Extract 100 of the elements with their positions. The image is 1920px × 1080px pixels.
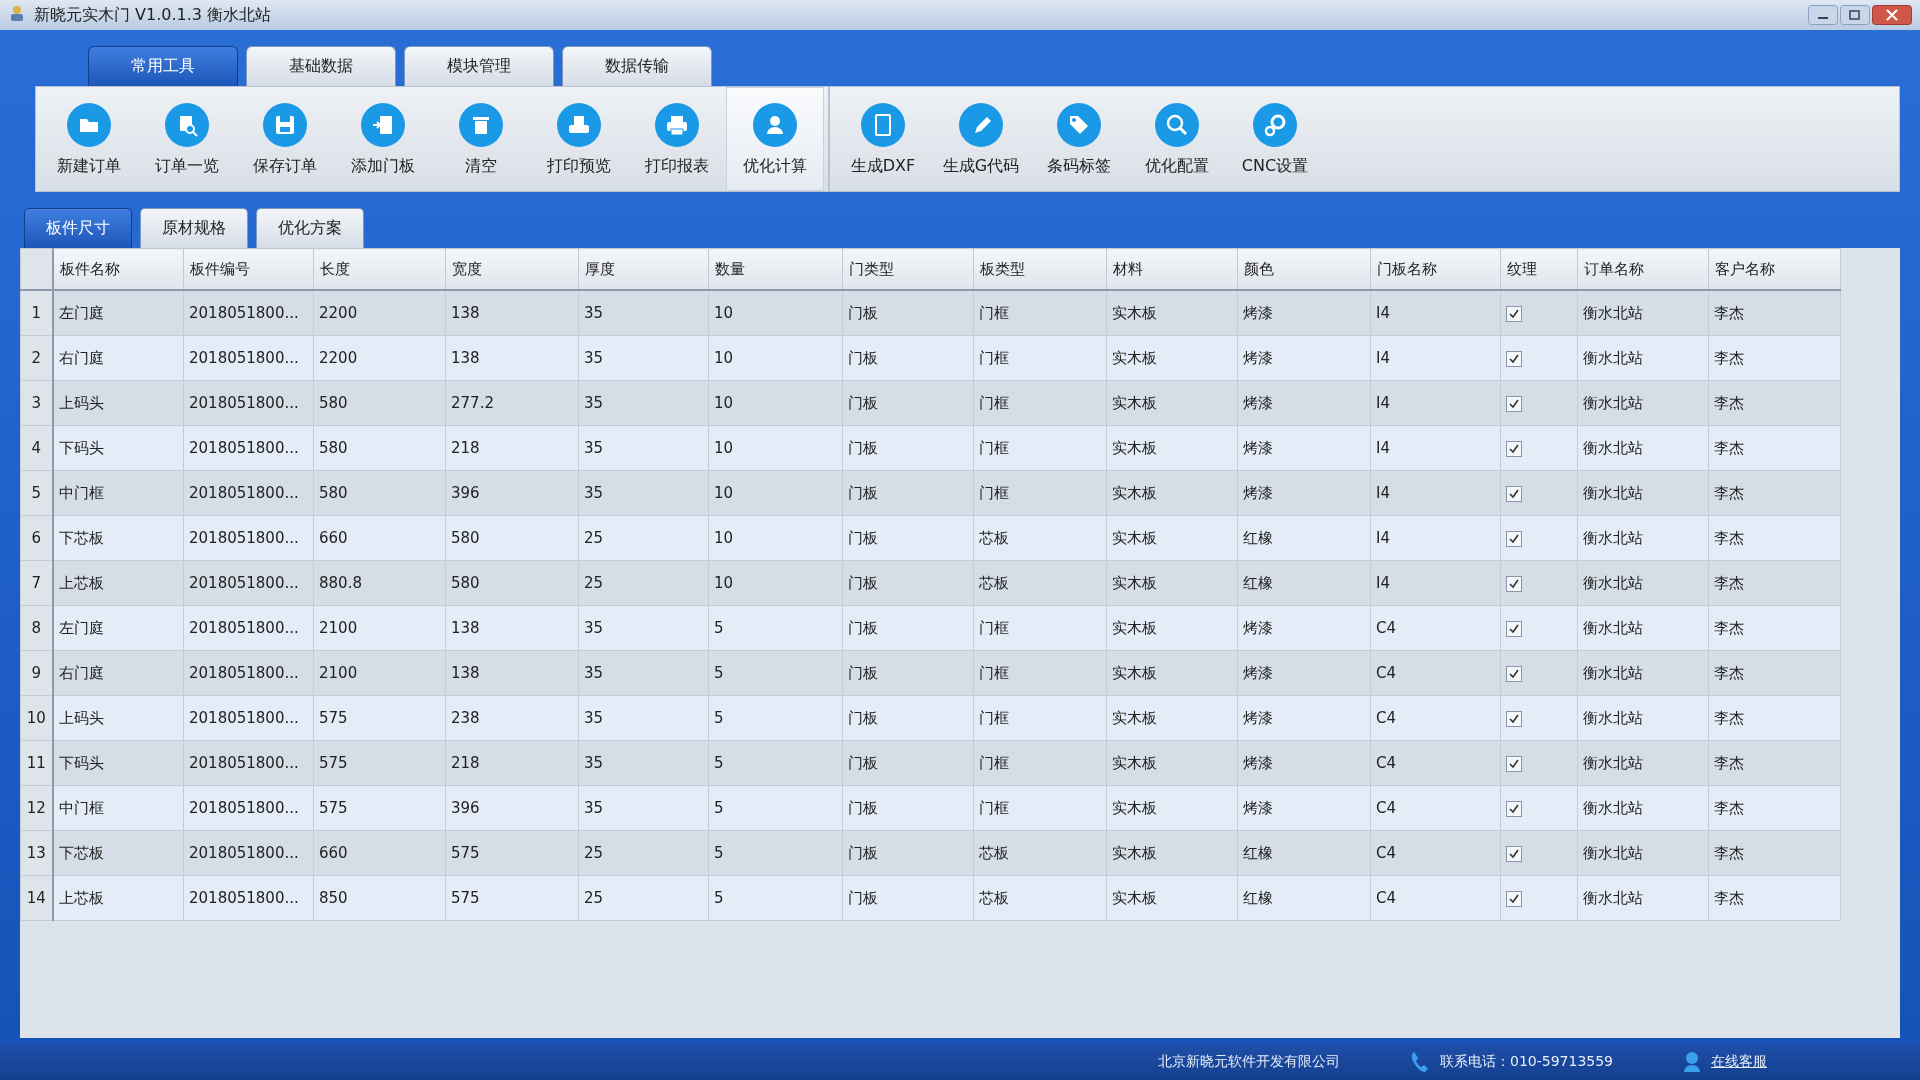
table-cell: 580 <box>313 425 446 471</box>
column-header[interactable]: 长度 <box>313 248 446 290</box>
toolbar-button[interactable]: 打印预览 <box>530 87 628 191</box>
table-cell: 烤漆 <box>1237 335 1371 381</box>
tab[interactable]: 基础数据 <box>246 46 396 86</box>
row-number: 13 <box>20 830 53 876</box>
table-cell: 李杰 <box>1708 290 1841 336</box>
table-cell: 实木板 <box>1106 560 1238 606</box>
toolbar-button[interactable]: 生成DXF <box>834 87 932 191</box>
tab[interactable]: 数据传输 <box>562 46 712 86</box>
toolbar-button[interactable]: 保存订单 <box>236 87 334 191</box>
column-header[interactable]: 板件编号 <box>183 248 314 290</box>
table-cell: 李杰 <box>1708 380 1841 426</box>
column-header[interactable]: 颜色 <box>1237 248 1371 290</box>
row-number: 7 <box>20 560 53 606</box>
table-cell: 实木板 <box>1106 785 1238 831</box>
toolbar-button[interactable]: 优化配置 <box>1128 87 1226 191</box>
restore-icon[interactable] <box>1840 5 1870 25</box>
toolbar-button[interactable]: 清空 <box>432 87 530 191</box>
column-header[interactable]: 材料 <box>1106 248 1238 290</box>
table-cell: 35 <box>578 695 709 741</box>
table-cell: 衡水北站 <box>1577 695 1709 741</box>
table-cell: 烤漆 <box>1237 785 1371 831</box>
row-number: 10 <box>20 695 53 741</box>
table-cell: 575 <box>313 695 446 741</box>
checkbox[interactable] <box>1506 710 1522 727</box>
toolbar-button[interactable]: 打印报表 <box>628 87 726 191</box>
table-cell: 右门庭 <box>52 650 184 696</box>
checkbox[interactable] <box>1506 620 1522 637</box>
tab[interactable]: 常用工具 <box>88 46 238 86</box>
column-header[interactable]: 板类型 <box>973 248 1107 290</box>
column-header[interactable]: 门板名称 <box>1370 248 1501 290</box>
table-cell: 衡水北站 <box>1577 830 1709 876</box>
table-cell: 880.8 <box>313 560 446 606</box>
table-cell: 门框 <box>973 605 1107 651</box>
checkbox[interactable] <box>1506 890 1522 907</box>
person-icon <box>752 101 798 148</box>
table-cell: 门框 <box>973 290 1107 336</box>
column-header[interactable]: 订单名称 <box>1577 248 1709 290</box>
toolbar-button[interactable]: 优化计算 <box>726 87 824 191</box>
column-header[interactable]: 宽度 <box>445 248 579 290</box>
column-header[interactable]: 纹理 <box>1500 248 1578 290</box>
table-cell: 门板 <box>842 605 974 651</box>
trash-icon <box>458 101 504 148</box>
checkbox[interactable] <box>1506 575 1522 592</box>
table-cell: I4 <box>1370 425 1501 471</box>
checkbox[interactable] <box>1506 485 1522 502</box>
toolbar-button[interactable]: 条码标签 <box>1030 87 1128 191</box>
table-cell: 实木板 <box>1106 515 1238 561</box>
table-cell: 右门庭 <box>52 335 184 381</box>
table-cell: 2200 <box>313 290 446 336</box>
checkbox[interactable] <box>1506 800 1522 817</box>
column-header[interactable]: 厚度 <box>578 248 709 290</box>
document-icon <box>860 101 906 148</box>
table-cell: 门板 <box>842 740 974 786</box>
table-cell: 芯板 <box>973 875 1107 921</box>
tab[interactable]: 优化方案 <box>256 208 364 248</box>
table-cell: 2018051800... <box>183 560 314 606</box>
support-link[interactable]: 在线客服 <box>1711 1053 1768 1071</box>
close-icon[interactable] <box>1872 5 1912 25</box>
table-cell: 660 <box>313 830 446 876</box>
table-cell: 李杰 <box>1708 425 1841 471</box>
checkbox[interactable] <box>1506 305 1522 322</box>
tab[interactable]: 原材规格 <box>140 208 248 248</box>
minimize-icon[interactable] <box>1808 5 1838 25</box>
tab[interactable]: 板件尺寸 <box>24 208 132 248</box>
column-header[interactable]: 客户名称 <box>1708 248 1841 290</box>
column-header[interactable]: 数量 <box>708 248 843 290</box>
table-cell: 烤漆 <box>1237 380 1371 426</box>
table-cell: 35 <box>578 470 709 516</box>
table-cell: 门板 <box>842 335 974 381</box>
table-cell: I4 <box>1370 290 1501 336</box>
table-cell: C4 <box>1370 650 1501 696</box>
table-cell: 138 <box>445 605 579 651</box>
table-cell: 实木板 <box>1106 650 1238 696</box>
row-number: 5 <box>20 470 53 516</box>
table-cell: 实木板 <box>1106 695 1238 741</box>
checkbox[interactable] <box>1506 350 1522 367</box>
table-cell: 218 <box>445 425 579 471</box>
toolbar-button[interactable]: CNC设置 <box>1226 87 1324 191</box>
tab[interactable]: 模块管理 <box>404 46 554 86</box>
person-icon <box>1683 1051 1702 1073</box>
checkbox[interactable] <box>1506 395 1522 412</box>
checkbox[interactable] <box>1506 755 1522 772</box>
table-cell: 2018051800... <box>183 830 314 876</box>
checkbox[interactable] <box>1506 845 1522 862</box>
table-cell: 10 <box>708 425 843 471</box>
toolbar-button[interactable]: 添加门板 <box>334 87 432 191</box>
row-number: 11 <box>20 740 53 786</box>
toolbar-button[interactable]: 订单一览 <box>138 87 236 191</box>
table-cell: 5 <box>708 650 843 696</box>
checkbox[interactable] <box>1506 530 1522 547</box>
column-header[interactable]: 板件名称 <box>52 248 184 290</box>
table-cell: 850 <box>313 875 446 921</box>
column-header[interactable]: 门类型 <box>842 248 974 290</box>
toolbar-button[interactable]: 生成G代码 <box>932 87 1030 191</box>
checkbox[interactable] <box>1506 665 1522 682</box>
toolbar-button[interactable]: 新建订单 <box>40 87 138 191</box>
checkbox[interactable] <box>1506 440 1522 457</box>
row-number: 1 <box>20 290 53 336</box>
